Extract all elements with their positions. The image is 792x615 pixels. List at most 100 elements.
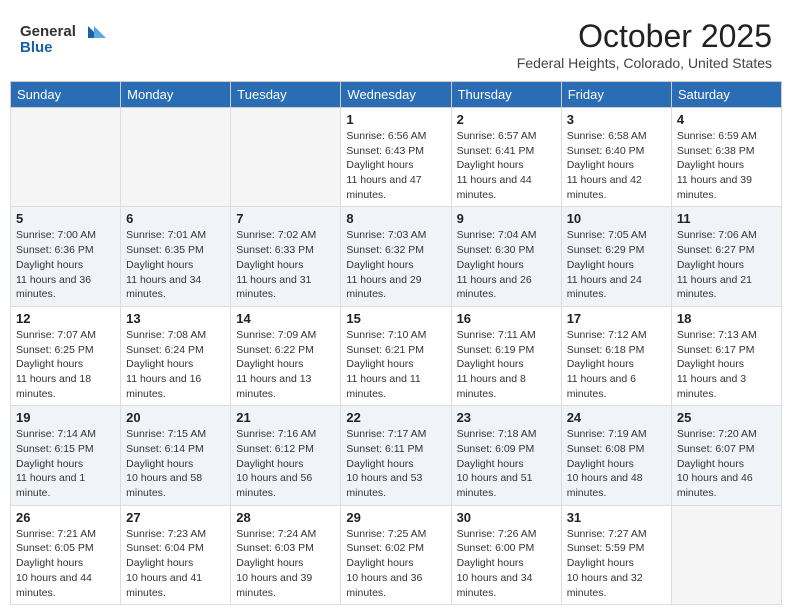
calendar-table: SundayMondayTuesdayWednesdayThursdayFrid… (10, 81, 782, 605)
calendar-cell: 28 Sunrise: 7:24 AMSunset: 6:03 PMDayligh… (231, 505, 341, 604)
day-number: 24 (567, 410, 666, 425)
calendar-cell: 12Sunrise: 7:07 AMSunset: 6:25 PMDayligh… (11, 306, 121, 405)
day-info: Sunrise: 7:01 AMSunset: 6:35 PMDaylight … (126, 228, 225, 301)
calendar-cell: 11 Sunrise: 7:06 AMSunset: 6:27 PMDayligh… (671, 207, 781, 306)
day-info: Sunrise: 7:24 AMSunset: 6:03 PMDaylight … (236, 527, 335, 600)
day-number: 9 (457, 211, 556, 226)
calendar-cell: 13Sunrise: 7:08 AMSunset: 6:24 PMDayligh… (121, 306, 231, 405)
day-number: 21 (236, 410, 335, 425)
day-number: 16 (457, 311, 556, 326)
calendar-cell (231, 108, 341, 207)
day-number: 31 (567, 510, 666, 525)
calendar-cell: 16 Sunrise: 7:11 AMSunset: 6:19 PMDayligh… (451, 306, 561, 405)
day-info: Sunrise: 7:19 AMSunset: 6:08 PMDaylight … (567, 427, 666, 500)
day-number: 15 (346, 311, 445, 326)
day-number: 30 (457, 510, 556, 525)
calendar-cell: 29 Sunrise: 7:25 AMSunset: 6:02 PMDayligh… (341, 505, 451, 604)
calendar-cell: 15 Sunrise: 7:10 AMSunset: 6:21 PMDayligh… (341, 306, 451, 405)
day-number: 2 (457, 112, 556, 127)
day-info: Sunrise: 7:23 AMSunset: 6:04 PMDaylight … (126, 527, 225, 600)
day-number: 14 (236, 311, 335, 326)
day-info: Sunrise: 7:25 AMSunset: 6:02 PMDaylight … (346, 527, 445, 600)
weekday-header-sunday: Sunday (11, 82, 121, 108)
weekday-header-saturday: Saturday (671, 82, 781, 108)
day-info: Sunrise: 7:16 AMSunset: 6:12 PMDaylight … (236, 427, 335, 500)
day-number: 4 (677, 112, 776, 127)
calendar-cell: 20 Sunrise: 7:15 AMSunset: 6:14 PMDayligh… (121, 406, 231, 505)
weekday-header-thursday: Thursday (451, 82, 561, 108)
day-number: 25 (677, 410, 776, 425)
day-info: Sunrise: 7:06 AMSunset: 6:27 PMDaylight … (677, 228, 776, 301)
calendar-cell (121, 108, 231, 207)
day-info: Sunrise: 7:11 AMSunset: 6:19 PMDaylight … (457, 328, 556, 401)
calendar-cell: 7 Sunrise: 7:02 AMSunset: 6:33 PMDaylight… (231, 207, 341, 306)
calendar-cell: 25 Sunrise: 7:20 AMSunset: 6:07 PMDayligh… (671, 406, 781, 505)
calendar-cell: 30 Sunrise: 7:26 AMSunset: 6:00 PMDayligh… (451, 505, 561, 604)
weekday-header-wednesday: Wednesday (341, 82, 451, 108)
day-number: 5 (16, 211, 115, 226)
calendar-week-row: 19Sunrise: 7:14 AMSunset: 6:15 PMDayligh… (11, 406, 782, 505)
day-info: Sunrise: 7:04 AMSunset: 6:30 PMDaylight … (457, 228, 556, 301)
day-info: Sunrise: 6:57 AMSunset: 6:41 PMDaylight … (457, 129, 556, 202)
day-number: 6 (126, 211, 225, 226)
day-number: 11 (677, 211, 776, 226)
day-info: Sunrise: 7:17 AMSunset: 6:11 PMDaylight … (346, 427, 445, 500)
weekday-header-friday: Friday (561, 82, 671, 108)
calendar-week-row: 12Sunrise: 7:07 AMSunset: 6:25 PMDayligh… (11, 306, 782, 405)
day-info: Sunrise: 7:20 AMSunset: 6:07 PMDaylight … (677, 427, 776, 500)
calendar-cell (11, 108, 121, 207)
calendar-cell: 21 Sunrise: 7:16 AMSunset: 6:12 PMDayligh… (231, 406, 341, 505)
day-info: Sunrise: 7:15 AMSunset: 6:14 PMDaylight … (126, 427, 225, 500)
day-info: Sunrise: 7:27 AMSunset: 5:59 PMDaylight … (567, 527, 666, 600)
day-info: Sunrise: 7:18 AMSunset: 6:09 PMDaylight … (457, 427, 556, 500)
calendar-cell: 23Sunrise: 7:18 AMSunset: 6:09 PMDayligh… (451, 406, 561, 505)
calendar-cell: 14 Sunrise: 7:09 AMSunset: 6:22 PMDayligh… (231, 306, 341, 405)
calendar-cell: 31 Sunrise: 7:27 AMSunset: 5:59 PMDayligh… (561, 505, 671, 604)
location-title: Federal Heights, Colorado, United States (517, 55, 772, 71)
title-block: October 2025 Federal Heights, Colorado, … (517, 18, 772, 71)
weekday-header-row: SundayMondayTuesdayWednesdayThursdayFrid… (11, 82, 782, 108)
calendar-week-row: 1Sunrise: 6:56 AMSunset: 6:43 PMDaylight… (11, 108, 782, 207)
calendar-cell: 26Sunrise: 7:21 AMSunset: 6:05 PMDayligh… (11, 505, 121, 604)
calendar-cell: 19Sunrise: 7:14 AMSunset: 6:15 PMDayligh… (11, 406, 121, 505)
day-number: 10 (567, 211, 666, 226)
calendar-cell: 22 Sunrise: 7:17 AMSunset: 6:11 PMDayligh… (341, 406, 451, 505)
day-number: 20 (126, 410, 225, 425)
day-info: Sunrise: 7:12 AMSunset: 6:18 PMDaylight … (567, 328, 666, 401)
calendar-cell: 5Sunrise: 7:00 AMSunset: 6:36 PMDaylight… (11, 207, 121, 306)
calendar-cell: 9 Sunrise: 7:04 AMSunset: 6:30 PMDaylight… (451, 207, 561, 306)
day-number: 17 (567, 311, 666, 326)
calendar-cell: 24 Sunrise: 7:19 AMSunset: 6:08 PMDayligh… (561, 406, 671, 505)
calendar-cell: 3Sunrise: 6:58 AMSunset: 6:40 PMDaylight… (561, 108, 671, 207)
day-info: Sunrise: 7:13 AMSunset: 6:17 PMDaylight … (677, 328, 776, 401)
day-info: Sunrise: 7:09 AMSunset: 6:22 PMDaylight … (236, 328, 335, 401)
calendar-cell: 27 Sunrise: 7:23 AMSunset: 6:04 PMDayligh… (121, 505, 231, 604)
day-info: Sunrise: 6:56 AMSunset: 6:43 PMDaylight … (346, 129, 445, 202)
logo: General Blue (20, 18, 120, 67)
calendar-cell (671, 505, 781, 604)
day-info: Sunrise: 7:26 AMSunset: 6:00 PMDaylight … (457, 527, 556, 600)
day-info: Sunrise: 7:08 AMSunset: 6:24 PMDaylight … (126, 328, 225, 401)
day-info: Sunrise: 6:59 AMSunset: 6:38 PMDaylight … (677, 129, 776, 202)
day-number: 7 (236, 211, 335, 226)
calendar-week-row: 5Sunrise: 7:00 AMSunset: 6:36 PMDaylight… (11, 207, 782, 306)
day-number: 27 (126, 510, 225, 525)
day-number: 28 (236, 510, 335, 525)
svg-text:General: General (20, 23, 76, 40)
day-number: 18 (677, 311, 776, 326)
calendar-cell: 2 Sunrise: 6:57 AMSunset: 6:41 PMDaylight… (451, 108, 561, 207)
calendar-cell: 8Sunrise: 7:03 AMSunset: 6:32 PMDaylight… (341, 207, 451, 306)
day-info: Sunrise: 7:10 AMSunset: 6:21 PMDaylight … (346, 328, 445, 401)
day-info: Sunrise: 7:21 AMSunset: 6:05 PMDaylight … (16, 527, 115, 600)
weekday-header-monday: Monday (121, 82, 231, 108)
day-info: Sunrise: 7:03 AMSunset: 6:32 PMDaylight … (346, 228, 445, 301)
calendar-cell: 6 Sunrise: 7:01 AMSunset: 6:35 PMDaylight… (121, 207, 231, 306)
day-number: 12 (16, 311, 115, 326)
day-info: Sunrise: 7:02 AMSunset: 6:33 PMDaylight … (236, 228, 335, 301)
weekday-header-tuesday: Tuesday (231, 82, 341, 108)
day-info: Sunrise: 7:05 AMSunset: 6:29 PMDaylight … (567, 228, 666, 301)
day-number: 22 (346, 410, 445, 425)
day-number: 29 (346, 510, 445, 525)
day-info: Sunrise: 7:14 AMSunset: 6:15 PMDaylight … (16, 427, 115, 500)
calendar-cell: 17 Sunrise: 7:12 AMSunset: 6:18 PMDayligh… (561, 306, 671, 405)
